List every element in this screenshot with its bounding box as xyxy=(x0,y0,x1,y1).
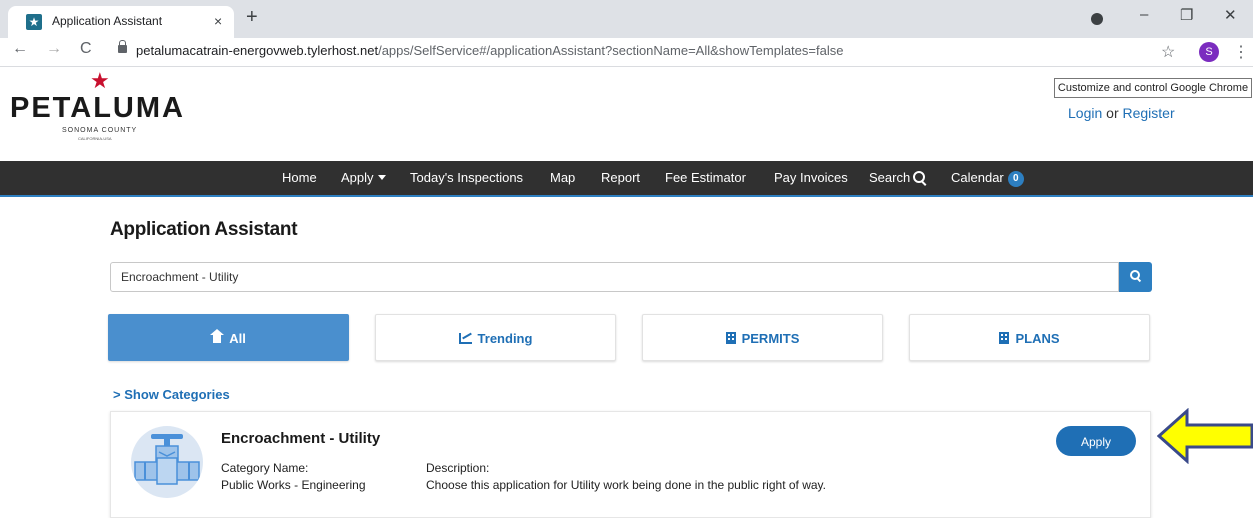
nav-calendar[interactable]: Calendar 0 xyxy=(951,170,1024,187)
nav-report[interactable]: Report xyxy=(601,170,640,185)
calendar-count-badge: 0 xyxy=(1007,171,1024,187)
nav-home[interactable]: Home xyxy=(282,170,317,185)
search-icon xyxy=(1130,270,1140,280)
filter-all-button[interactable]: All xyxy=(108,314,349,361)
home-icon xyxy=(210,329,225,344)
filter-trending-label: Trending xyxy=(477,331,533,346)
filter-plans-label: PLANS xyxy=(1015,331,1060,346)
chrome-menu-tooltip: Customize and control Google Chrome xyxy=(1054,78,1252,98)
login-or-text: or xyxy=(1102,105,1123,121)
bookmark-star-icon[interactable]: ☆ xyxy=(1161,42,1175,62)
petaluma-logo[interactable]: ★ PETALUMA SONOMA COUNTY CALIFORNIA-USA xyxy=(10,70,210,150)
chrome-menu-icon[interactable]: ⋮ xyxy=(1233,42,1249,62)
filter-trending-button[interactable]: Trending xyxy=(375,314,616,361)
login-link[interactable]: Login xyxy=(1068,105,1102,121)
page-title: Application Assistant xyxy=(110,219,298,240)
tab-title: Application Assistant xyxy=(52,14,163,28)
apply-button[interactable]: Apply xyxy=(1056,426,1136,456)
browser-tab[interactable]: ★ Application Assistant × xyxy=(8,6,234,38)
nav-apply-label: Apply xyxy=(341,170,374,185)
search-button[interactable] xyxy=(1119,262,1152,292)
close-window-button[interactable]: ✕ xyxy=(1224,6,1237,24)
application-search-input[interactable] xyxy=(110,262,1119,292)
tab-close-icon[interactable]: × xyxy=(214,13,222,29)
nav-map[interactable]: Map xyxy=(550,170,575,185)
logo-star-icon: ★ xyxy=(90,68,110,93)
result-title[interactable]: Encroachment - Utility xyxy=(221,430,380,447)
record-indicator-icon xyxy=(1091,13,1103,25)
browser-toolbar: ← → C petalumacatrain-energovweb.tylerho… xyxy=(0,38,1253,67)
category-value: Public Works - Engineering xyxy=(221,478,366,492)
logo-subtitle: SONOMA COUNTY xyxy=(62,127,138,134)
register-link[interactable]: Register xyxy=(1123,105,1175,121)
browser-tabstrip: ★ Application Assistant × + – ❐ ✕ xyxy=(0,0,1253,38)
profile-avatar[interactable]: S xyxy=(1199,42,1219,62)
show-categories-link[interactable]: > Show Categories xyxy=(113,387,230,402)
new-tab-button[interactable]: + xyxy=(246,7,258,27)
nav-calendar-label: Calendar xyxy=(951,170,1004,185)
search-icon xyxy=(913,171,926,183)
login-register: Login or Register xyxy=(1068,105,1175,121)
main-navbar: Home Apply Today's Inspections Map Repor… xyxy=(0,161,1253,197)
logo-subtitle-small: CALIFORNIA-USA xyxy=(78,136,112,141)
filter-all-label: All xyxy=(229,331,246,346)
logo-wordmark: PETALUMA xyxy=(10,92,185,124)
building-icon xyxy=(725,332,736,344)
utility-pipe-icon xyxy=(131,426,203,498)
reload-button[interactable]: C xyxy=(80,40,92,58)
caret-down-icon xyxy=(377,175,386,180)
minimize-button[interactable]: – xyxy=(1140,6,1148,23)
trending-chart-icon xyxy=(458,333,472,344)
star-favicon-icon: ★ xyxy=(26,14,42,30)
filter-permits-button[interactable]: PERMITS xyxy=(642,314,883,361)
yellow-pointer-arrow-icon xyxy=(1157,408,1253,464)
nav-search-label: Search xyxy=(869,170,911,185)
category-label: Category Name: xyxy=(221,461,309,475)
url-text: petalumacatrain-energovweb.tylerhost.net… xyxy=(136,43,844,58)
address-bar[interactable]: petalumacatrain-energovweb.tylerhost.net… xyxy=(100,40,1160,64)
restore-button[interactable]: ❐ xyxy=(1180,6,1193,24)
filter-plans-button[interactable]: PLANS xyxy=(909,314,1150,361)
filter-permits-label: PERMITS xyxy=(741,331,800,346)
nav-todays-inspections[interactable]: Today's Inspections xyxy=(410,170,523,185)
lock-icon xyxy=(118,40,127,53)
nav-apply[interactable]: Apply xyxy=(341,170,386,185)
description-value: Choose this application for Utility work… xyxy=(426,478,826,492)
nav-search[interactable]: Search xyxy=(869,170,926,185)
forward-button[interactable]: → xyxy=(46,40,62,58)
description-label: Description: xyxy=(426,461,490,475)
back-button[interactable]: ← xyxy=(12,40,28,58)
building-icon xyxy=(999,332,1010,344)
application-result-card: Encroachment - Utility Category Name: Pu… xyxy=(110,411,1151,518)
nav-pay-invoices[interactable]: Pay Invoices xyxy=(774,170,848,185)
nav-fee-estimator[interactable]: Fee Estimator xyxy=(665,170,746,185)
